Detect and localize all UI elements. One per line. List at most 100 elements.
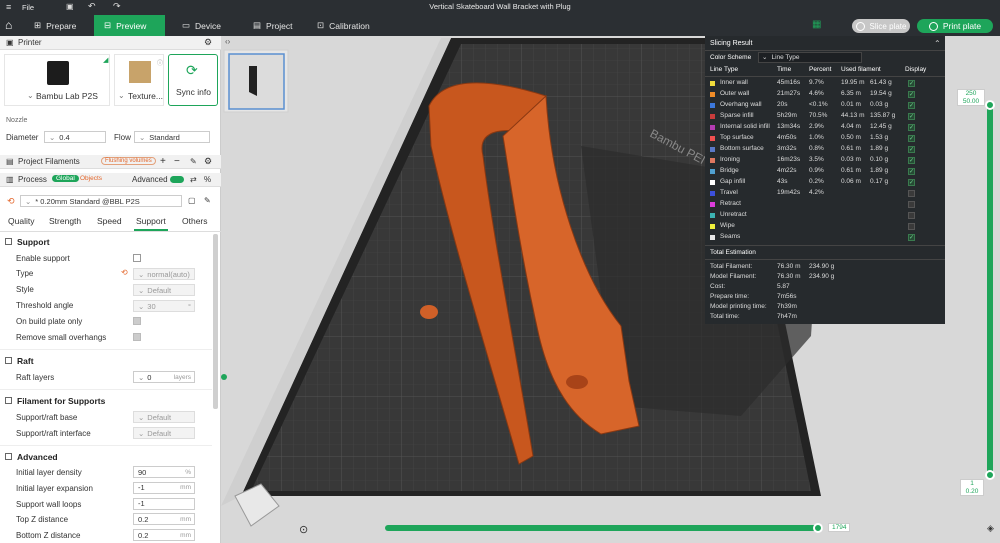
display-checkbox[interactable] bbox=[908, 201, 915, 208]
remove-small-overhangs-checkbox[interactable] bbox=[133, 333, 141, 341]
edit-filament-icon[interactable]: ✎ bbox=[190, 157, 197, 166]
percent-icon[interactable]: % bbox=[204, 175, 211, 184]
tab-calibration[interactable]: ⊡ Calibration bbox=[307, 15, 380, 36]
move-slider[interactable] bbox=[385, 525, 823, 531]
support-group-icon bbox=[5, 238, 12, 245]
remove-filament-icon[interactable]: − bbox=[174, 156, 180, 167]
global-toggle[interactable]: Global bbox=[52, 175, 79, 182]
move-slider-handle[interactable] bbox=[813, 523, 823, 533]
preset-reset-icon[interactable]: ⟲ bbox=[7, 196, 15, 207]
collapse-sidebar-icon[interactable]: ‹› bbox=[225, 37, 230, 46]
display-checkbox[interactable]: ✓ bbox=[908, 168, 915, 175]
threshold-angle-label: Threshold angle bbox=[16, 301, 74, 310]
line-type-color-swatch bbox=[710, 202, 715, 207]
filament-supports-group-title: Filament for Supports bbox=[17, 396, 106, 406]
plate-type-name: Texture... bbox=[128, 91, 163, 101]
tab-prepare[interactable]: ⊞ Prepare bbox=[24, 15, 86, 36]
tab-others[interactable]: Others bbox=[182, 216, 208, 226]
line-type-percent: 70.5% bbox=[809, 112, 828, 119]
process-preset-select[interactable]: ⌄ * 0.20mm Standard @BBL P2S bbox=[20, 195, 182, 207]
edit-preset-icon[interactable]: ✎ bbox=[204, 196, 211, 205]
display-checkbox[interactable]: ✓ bbox=[908, 113, 915, 120]
advanced-row-input[interactable]: -1 mm bbox=[133, 481, 195, 494]
tab-strength[interactable]: Strength bbox=[49, 216, 81, 226]
color-scheme-select[interactable]: ⌄ Line Type bbox=[758, 52, 862, 63]
advanced-switch[interactable] bbox=[170, 176, 184, 183]
display-checkbox[interactable]: ✓ bbox=[908, 179, 915, 186]
advanced-row-input[interactable]: 0.2 mm bbox=[133, 513, 195, 526]
display-checkbox[interactable]: ✓ bbox=[908, 91, 915, 98]
process-section-header: ▥ Process Global Objects Advanced ⇄ % bbox=[0, 173, 221, 187]
flushing-volumes-button[interactable]: Flushing volumes bbox=[101, 157, 156, 165]
slice-plate-button[interactable]: Slice plate bbox=[852, 19, 910, 33]
raft-layers-input[interactable]: ⌄ 0 layers bbox=[133, 371, 195, 383]
display-checkbox[interactable]: ✓ bbox=[908, 146, 915, 153]
support-style-select[interactable]: ⌄ Default bbox=[133, 284, 195, 296]
display-checkbox[interactable]: ✓ bbox=[908, 124, 915, 131]
compare-icon[interactable]: ⇄ bbox=[190, 175, 197, 184]
line-type-weight: 0.03 g bbox=[870, 101, 889, 108]
home-icon[interactable]: ⌂ bbox=[5, 18, 12, 32]
device-icon: ▭ bbox=[182, 20, 191, 30]
color-scheme-dropdown-icon: ⌄ bbox=[762, 54, 768, 61]
save-preset-icon[interactable]: ▢ bbox=[188, 196, 196, 205]
flow-select[interactable]: ⌄ Standard bbox=[134, 131, 210, 143]
support-type-select[interactable]: ⌄ normal(auto) bbox=[133, 268, 195, 280]
tab-speed[interactable]: Speed bbox=[97, 216, 122, 226]
advanced-row-label: Bottom Z distance bbox=[16, 531, 81, 541]
filament-settings-icon[interactable]: ⚙ bbox=[204, 156, 212, 167]
display-checkbox[interactable] bbox=[908, 223, 915, 230]
line-type-row: Inner wall 45m16s 9.7% 19.95 m 61.43 g ✓ bbox=[710, 79, 940, 90]
build-plate-only-checkbox[interactable] bbox=[133, 317, 141, 325]
printer-card[interactable]: ⌄ Bambu Lab P2S ◢ bbox=[4, 54, 110, 106]
tab-quality[interactable]: Quality bbox=[8, 216, 34, 226]
display-checkbox[interactable] bbox=[908, 190, 915, 197]
tab-preview[interactable]: ⊟ Preview bbox=[94, 15, 165, 36]
advanced-row-input[interactable]: -1 bbox=[133, 497, 195, 510]
layer-slider-top-handle[interactable] bbox=[985, 100, 995, 110]
display-checkbox[interactable]: ✓ bbox=[908, 157, 915, 164]
sync-info-button[interactable]: ⟳ Sync info bbox=[168, 54, 218, 106]
left-sidebar: ▣ Printer ⚙ ⌄ Bambu Lab P2S ◢ ⓘ ⌄ Textur… bbox=[0, 36, 221, 543]
add-filament-icon[interactable]: + bbox=[160, 156, 166, 167]
display-checkbox[interactable]: ✓ bbox=[908, 135, 915, 142]
threshold-angle-input[interactable]: ⌄ 30 ° bbox=[133, 300, 195, 312]
advanced-row-input[interactable]: 0.2 mm bbox=[133, 529, 195, 542]
line-type-name: Gap infill bbox=[720, 178, 746, 185]
settings-scrollbar[interactable] bbox=[213, 234, 218, 409]
layer-settings-icon[interactable]: ◈ bbox=[987, 523, 994, 534]
advanced-row-value: 0.2 bbox=[138, 530, 149, 540]
line-type-name: Travel bbox=[720, 189, 738, 196]
estimation-label: Model Filament: bbox=[710, 273, 757, 280]
plate-grid-icon[interactable]: ▦ bbox=[812, 19, 821, 30]
line-type-row: Seams ✓ bbox=[710, 233, 940, 244]
diameter-select[interactable]: ⌄ 0.4 bbox=[44, 131, 106, 143]
tabs-divider bbox=[0, 231, 221, 232]
advanced-row-input[interactable]: 90% bbox=[133, 466, 195, 478]
tab-device[interactable]: ▭ Device bbox=[172, 15, 231, 36]
line-type-row: Travel 19m42s 4.2% bbox=[710, 189, 940, 200]
line-type-color-swatch bbox=[710, 191, 715, 196]
display-checkbox[interactable]: ✓ bbox=[908, 80, 915, 87]
tab-support[interactable]: Support bbox=[136, 216, 166, 226]
support-base-select[interactable]: ⌄ Default bbox=[133, 411, 195, 423]
collapse-panel-icon[interactable]: ⌃ bbox=[934, 39, 941, 48]
enable-support-checkbox[interactable] bbox=[133, 254, 141, 262]
plate-type-card[interactable]: ⓘ ⌄ Texture... bbox=[114, 54, 164, 106]
printer-settings-icon[interactable]: ⚙ bbox=[204, 37, 212, 48]
display-checkbox[interactable] bbox=[908, 212, 915, 219]
estimation-value: 7h47m bbox=[777, 313, 797, 320]
print-plate-button[interactable]: Print plate bbox=[917, 19, 993, 33]
layer-slider-bottom-handle[interactable] bbox=[985, 470, 995, 480]
support-interface-select[interactable]: ⌄ Default bbox=[133, 427, 195, 439]
layer-slider[interactable] bbox=[987, 100, 993, 476]
display-checkbox[interactable]: ✓ bbox=[908, 102, 915, 109]
objects-toggle[interactable]: Objects bbox=[80, 175, 102, 182]
printer-edit-icon[interactable]: ◢ bbox=[103, 56, 108, 64]
thumbnail-model bbox=[249, 66, 257, 96]
layer-top-label: 250 50.00 bbox=[957, 89, 985, 106]
support-type-reset-icon[interactable]: ⟲ bbox=[121, 268, 128, 277]
fit-view-icon[interactable]: ⊙ bbox=[299, 523, 308, 536]
tab-project[interactable]: ▤ Project bbox=[243, 15, 303, 36]
display-checkbox[interactable]: ✓ bbox=[908, 234, 915, 241]
